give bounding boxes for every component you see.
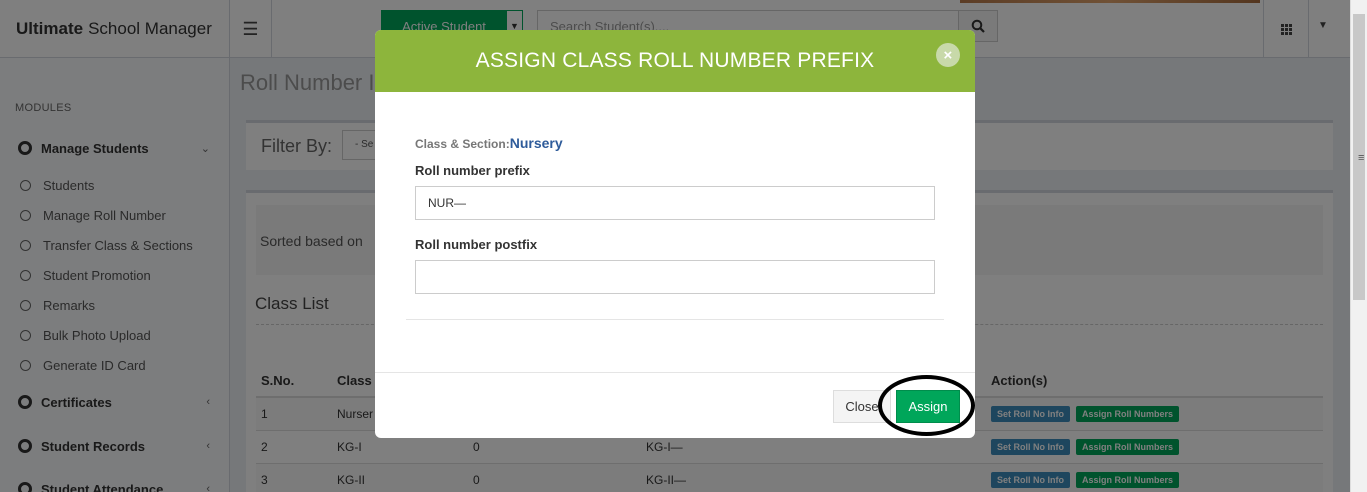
modal-divider bbox=[406, 319, 944, 320]
class-section-line: Class & Section:Nursery bbox=[415, 135, 563, 151]
class-section-label: Class & Section: bbox=[415, 137, 510, 151]
assign-prefix-modal: ASSIGN CLASS ROLL NUMBER PREFIX × Class … bbox=[375, 30, 975, 438]
grip-icon: ≡ bbox=[1358, 152, 1365, 164]
highlight-annotation bbox=[878, 375, 975, 436]
postfix-label: Roll number postfix bbox=[415, 237, 538, 252]
prefix-label: Roll number prefix bbox=[415, 163, 530, 178]
close-icon[interactable]: × bbox=[936, 43, 960, 67]
modal-header: ASSIGN CLASS ROLL NUMBER PREFIX × bbox=[375, 30, 975, 92]
roll-prefix-input[interactable] bbox=[415, 186, 935, 220]
modal-title: ASSIGN CLASS ROLL NUMBER PREFIX bbox=[475, 49, 875, 72]
class-section-value: Nursery bbox=[509, 135, 563, 151]
modal-footer-divider bbox=[375, 372, 975, 373]
roll-postfix-input[interactable] bbox=[415, 260, 935, 294]
page-scrollbar[interactable]: ≡ bbox=[1350, 0, 1367, 492]
